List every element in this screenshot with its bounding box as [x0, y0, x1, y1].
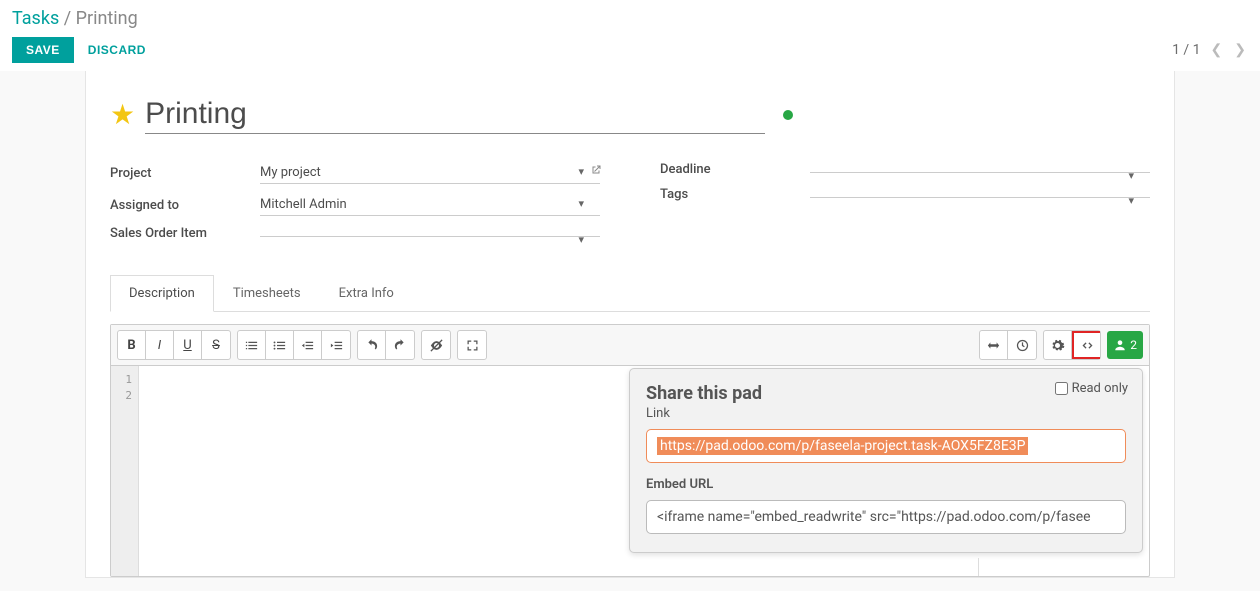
task-title-input[interactable]	[145, 95, 765, 134]
form-sheet: ★ Project My project ▾ Assigned to Mitch…	[85, 71, 1175, 578]
embed-url-input[interactable]: <iframe name="embed_readwrite" src="http…	[646, 500, 1126, 534]
discard-button[interactable]: DISCARD	[88, 43, 146, 57]
deadline-label: Deadline	[660, 162, 810, 177]
embed-share-icon[interactable]	[1072, 331, 1100, 359]
indent-icon[interactable]	[322, 331, 350, 359]
readonly-toggle[interactable]: Read only	[1055, 381, 1128, 396]
pager-prev-icon[interactable]: ❮	[1209, 42, 1225, 58]
assigned-label: Assigned to	[110, 198, 260, 213]
settings-icon[interactable]	[1044, 331, 1072, 359]
breadcrumb: Tasks / Printing	[12, 8, 1248, 29]
line-gutter: 1 2	[111, 366, 139, 576]
breadcrumb-root[interactable]: Tasks	[12, 8, 59, 29]
tags-label: Tags	[660, 187, 810, 202]
tab-extra-info[interactable]: Extra Info	[320, 275, 413, 311]
italic-button[interactable]: I	[146, 331, 174, 359]
pane-divider	[978, 558, 979, 576]
pager-text: 1 / 1	[1172, 42, 1200, 58]
star-icon[interactable]: ★	[110, 98, 135, 131]
soi-label: Sales Order Item	[110, 226, 260, 241]
project-label: Project	[110, 166, 260, 181]
undo-icon[interactable]	[358, 331, 386, 359]
ordered-list-icon[interactable]	[238, 331, 266, 359]
pager-next-icon[interactable]: ❯	[1232, 42, 1248, 58]
outdent-icon[interactable]	[294, 331, 322, 359]
chevron-down-icon: ▾	[1128, 194, 1134, 207]
chevron-down-icon: ▾	[578, 197, 584, 210]
strike-button[interactable]: S	[202, 331, 230, 359]
assigned-field[interactable]: Mitchell Admin ▾	[260, 194, 600, 216]
soi-field[interactable]: ▾	[260, 230, 600, 237]
chevron-down-icon: ▾	[578, 165, 584, 178]
readonly-checkbox[interactable]	[1055, 382, 1068, 395]
tabs: Description Timesheets Extra Info	[110, 275, 1150, 312]
deadline-field[interactable]: ▾	[810, 166, 1150, 173]
clear-auth-icon[interactable]	[422, 331, 450, 359]
unordered-list-icon[interactable]	[266, 331, 294, 359]
save-button[interactable]: SAVE	[12, 37, 74, 63]
embed-label: Embed URL	[646, 477, 1126, 492]
tags-field[interactable]: ▾	[810, 191, 1150, 198]
fullscreen-icon[interactable]	[458, 331, 486, 359]
editor-textarea[interactable]: Share this pad Read only Link https://pa…	[139, 366, 1149, 576]
project-field[interactable]: My project ▾	[260, 162, 600, 184]
link-label: Link	[646, 406, 1126, 421]
underline-button[interactable]: U	[174, 331, 202, 359]
import-export-icon[interactable]	[980, 331, 1008, 359]
chevron-down-icon: ▾	[1128, 169, 1134, 182]
breadcrumb-current: Printing	[76, 8, 138, 29]
stage-indicator-icon[interactable]	[783, 110, 793, 120]
chevron-down-icon: ▾	[578, 233, 584, 246]
external-link-icon[interactable]	[590, 164, 602, 179]
tab-timesheets[interactable]: Timesheets	[214, 275, 320, 311]
tab-description[interactable]: Description	[110, 275, 214, 312]
users-button[interactable]: 2	[1107, 331, 1143, 359]
editor-toolbar: B I U S	[111, 325, 1149, 366]
share-link-input[interactable]: https://pad.odoo.com/p/faseela-project.t…	[646, 429, 1126, 463]
redo-icon[interactable]	[386, 331, 414, 359]
bold-button[interactable]: B	[118, 331, 146, 359]
share-popup: Share this pad Read only Link https://pa…	[629, 368, 1143, 553]
editor: B I U S	[110, 324, 1150, 577]
timeslider-icon[interactable]	[1008, 331, 1036, 359]
